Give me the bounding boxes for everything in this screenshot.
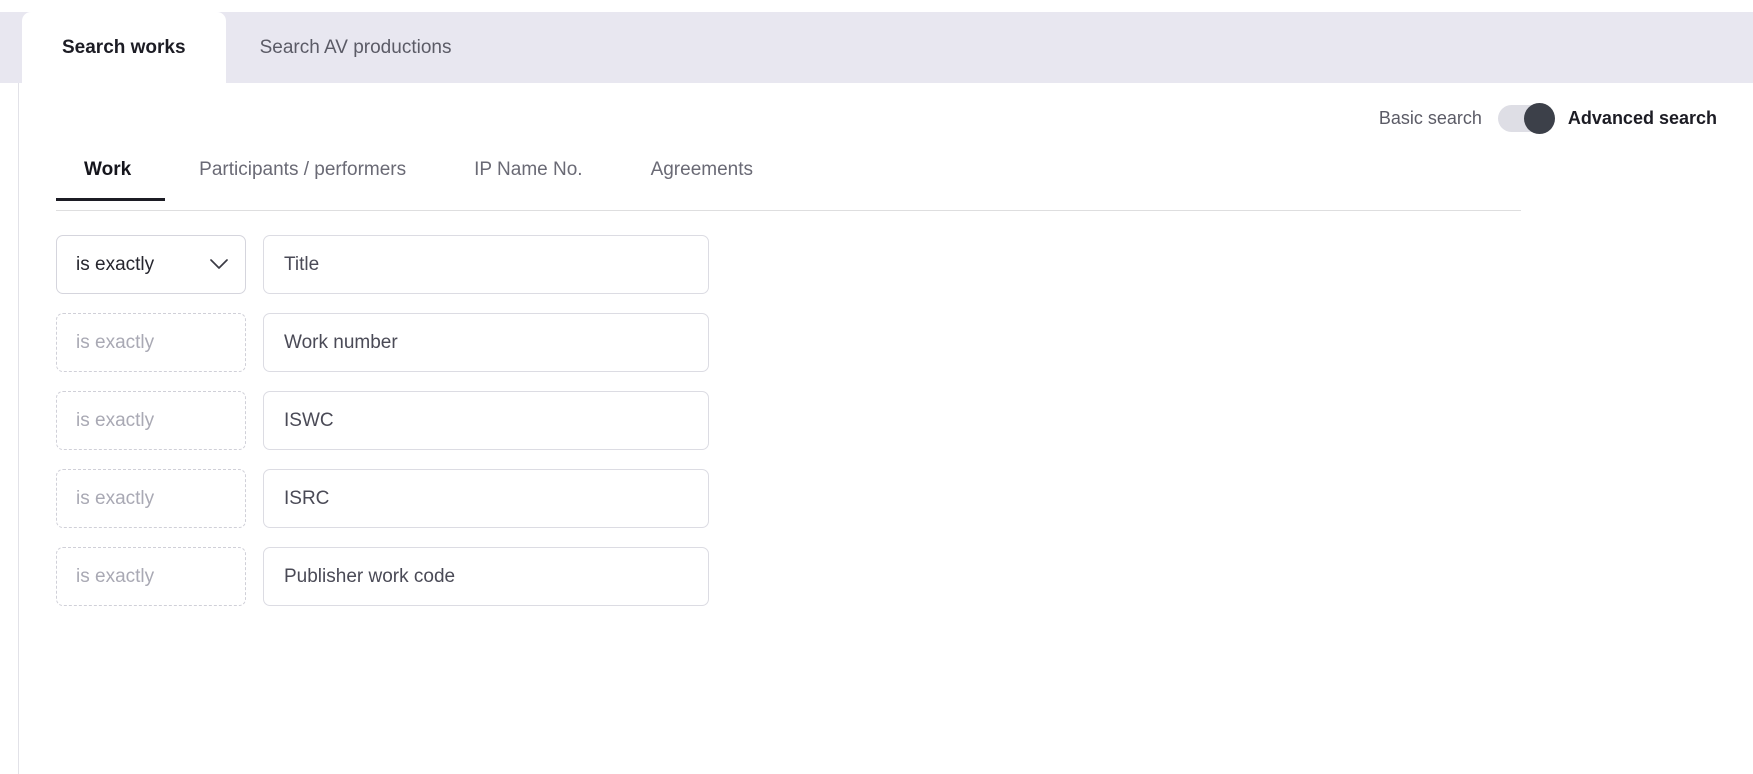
criteria-row: is exactly Publisher work code bbox=[56, 547, 709, 606]
operator-select-iswc: is exactly bbox=[56, 391, 246, 450]
criteria-row: is exactly Work number bbox=[56, 313, 709, 372]
search-input-isrc[interactable]: ISRC bbox=[263, 469, 709, 528]
operator-select-title[interactable]: is exactly bbox=[56, 235, 246, 294]
subtab-ip-name-no[interactable]: IP Name No. bbox=[440, 159, 616, 201]
operator-select-iswc-value: is exactly bbox=[76, 409, 155, 431]
advanced-search-label[interactable]: Advanced search bbox=[1568, 108, 1717, 129]
operator-select-isrc: is exactly bbox=[56, 469, 246, 528]
criteria-row: is exactly ISRC bbox=[56, 469, 709, 528]
chevron-down-icon bbox=[210, 259, 228, 270]
tab-search-works-label: Search works bbox=[62, 36, 186, 58]
basic-search-label[interactable]: Basic search bbox=[1379, 108, 1482, 129]
subtab-work[interactable]: Work bbox=[56, 159, 166, 201]
operator-select-publisher-work-code-value: is exactly bbox=[76, 565, 155, 587]
criteria-row: is exactly ISWC bbox=[56, 391, 709, 450]
top-white-strip bbox=[0, 0, 1753, 12]
subtab-work-label: Work bbox=[84, 159, 132, 180]
search-input-publisher-work-code[interactable]: Publisher work code bbox=[263, 547, 709, 606]
tab-search-works[interactable]: Search works bbox=[22, 12, 226, 83]
search-input-iswc[interactable]: ISWC bbox=[263, 391, 709, 450]
search-input-isrc-placeholder: ISRC bbox=[284, 487, 330, 509]
operator-select-work-number: is exactly bbox=[56, 313, 246, 372]
search-input-work-number[interactable]: Work number bbox=[263, 313, 709, 372]
search-mode-switch[interactable] bbox=[1497, 103, 1555, 134]
search-input-publisher-work-code-placeholder: Publisher work code bbox=[284, 565, 456, 587]
operator-select-publisher-work-code: is exactly bbox=[56, 547, 246, 606]
search-input-iswc-placeholder: ISWC bbox=[284, 409, 334, 431]
operator-select-work-number-value: is exactly bbox=[76, 331, 155, 353]
switch-knob bbox=[1523, 103, 1555, 134]
primary-tabstrip: Search works Search AV productions bbox=[0, 12, 1753, 83]
search-input-title[interactable]: Title bbox=[263, 235, 709, 294]
operator-select-isrc-value: is exactly bbox=[76, 487, 155, 509]
tab-search-av-productions-label: Search AV productions bbox=[259, 36, 452, 58]
content-area: Basic search Advanced search Work Partic… bbox=[0, 83, 1753, 774]
subtab-participants-performers[interactable]: Participants / performers bbox=[165, 159, 440, 201]
subtab-agreements[interactable]: Agreements bbox=[617, 159, 787, 201]
search-mode-toggle-group: Basic search Advanced search bbox=[1379, 103, 1717, 134]
subtab-divider bbox=[56, 210, 1521, 211]
left-rail-divider bbox=[18, 83, 19, 774]
search-input-work-number-placeholder: Work number bbox=[284, 331, 398, 353]
search-input-title-placeholder: Title bbox=[284, 253, 320, 275]
subtab-participants-performers-label: Participants / performers bbox=[199, 159, 407, 180]
subtab-ip-name-no-label: IP Name No. bbox=[474, 159, 583, 180]
search-page: Search works Search AV productions Basic… bbox=[0, 0, 1753, 774]
tab-search-av-productions[interactable]: Search AV productions bbox=[226, 12, 486, 83]
criteria-row: is exactly Title bbox=[56, 235, 709, 294]
subtab-bar: Work Participants / performers IP Name N… bbox=[56, 159, 787, 201]
subtab-agreements-label: Agreements bbox=[650, 159, 754, 180]
operator-select-title-value: is exactly bbox=[76, 253, 155, 275]
search-criteria-rows: is exactly Title is exactly Work number … bbox=[56, 235, 709, 625]
